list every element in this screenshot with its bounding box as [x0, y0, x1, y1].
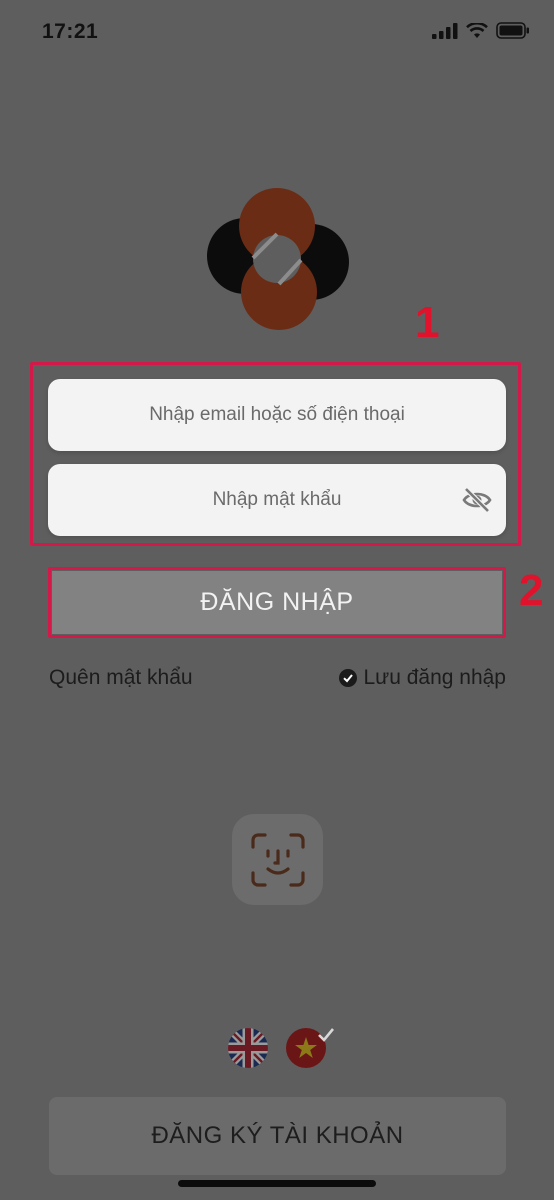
face-id-button[interactable] — [232, 814, 323, 905]
annotation-marker-2: 2 — [519, 566, 544, 615]
email-field[interactable] — [48, 379, 506, 451]
status-icons — [432, 22, 530, 39]
wifi-icon — [466, 22, 488, 38]
remember-login-toggle[interactable]: Lưu đăng nhập — [339, 666, 506, 690]
forgot-password-link[interactable]: Quên mật khẩu — [49, 666, 193, 690]
app-logo — [207, 188, 349, 330]
face-id-icon — [250, 832, 305, 887]
selected-language-check-icon — [318, 1028, 335, 1042]
home-indicator — [178, 1180, 376, 1187]
annotation-marker-1: 1 — [415, 298, 440, 347]
status-time: 17:21 — [42, 20, 99, 43]
signal-icon — [432, 22, 458, 39]
remember-login-label: Lưu đăng nhập — [363, 666, 506, 689]
login-button[interactable]: ĐĂNG NHẬP — [52, 571, 502, 634]
uk-flag-icon — [228, 1028, 268, 1068]
check-circle-icon — [339, 669, 358, 687]
password-field[interactable] — [48, 464, 506, 536]
register-account-button[interactable]: ĐĂNG KÝ TÀI KHOẢN — [49, 1097, 506, 1175]
password-input[interactable] — [48, 488, 506, 512]
eye-off-icon[interactable] — [462, 485, 492, 515]
language-option-english[interactable] — [228, 1028, 268, 1068]
battery-icon — [496, 22, 529, 39]
email-input[interactable] — [48, 403, 506, 427]
